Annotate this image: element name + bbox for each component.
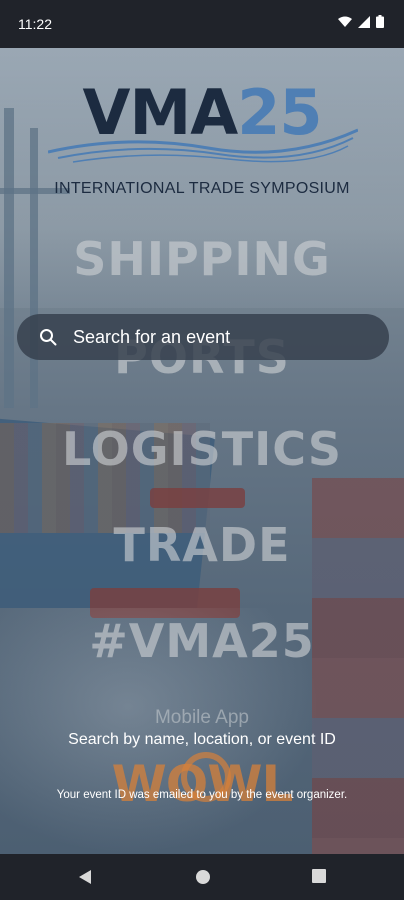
event-id-hint: Your event ID was emailed to you by the …: [56, 789, 348, 801]
background-word: #VMA25: [89, 614, 315, 668]
background-word: LOGISTICS: [61, 422, 342, 476]
search-icon[interactable]: [39, 328, 57, 346]
back-icon[interactable]: [78, 869, 92, 885]
battery-icon: [376, 15, 384, 28]
background-word: TRADE: [113, 518, 291, 572]
status-time: 11:22: [18, 16, 52, 32]
status-bar: 11:22: [0, 0, 404, 48]
background-word: SHIPPING: [73, 232, 331, 286]
recents-icon[interactable]: [312, 869, 326, 883]
wifi-icon: [338, 16, 352, 27]
status-icons: [338, 15, 384, 28]
cell-signal-icon: [358, 15, 370, 28]
logo-waves-icon: [48, 128, 358, 163]
search-help-text: Search by name, location, or event ID: [68, 731, 336, 748]
wowl-logo: WOWL: [111, 755, 294, 813]
tugboat: [150, 488, 245, 508]
search-bar[interactable]: [17, 314, 389, 360]
system-nav-bar: [0, 854, 404, 900]
mobile-app-label: Mobile App: [154, 707, 249, 728]
logo-subtitle: INTERNATIONAL TRADE SYMPOSIUM: [54, 180, 350, 197]
search-input[interactable]: [73, 314, 373, 360]
home-icon[interactable]: [195, 869, 211, 885]
